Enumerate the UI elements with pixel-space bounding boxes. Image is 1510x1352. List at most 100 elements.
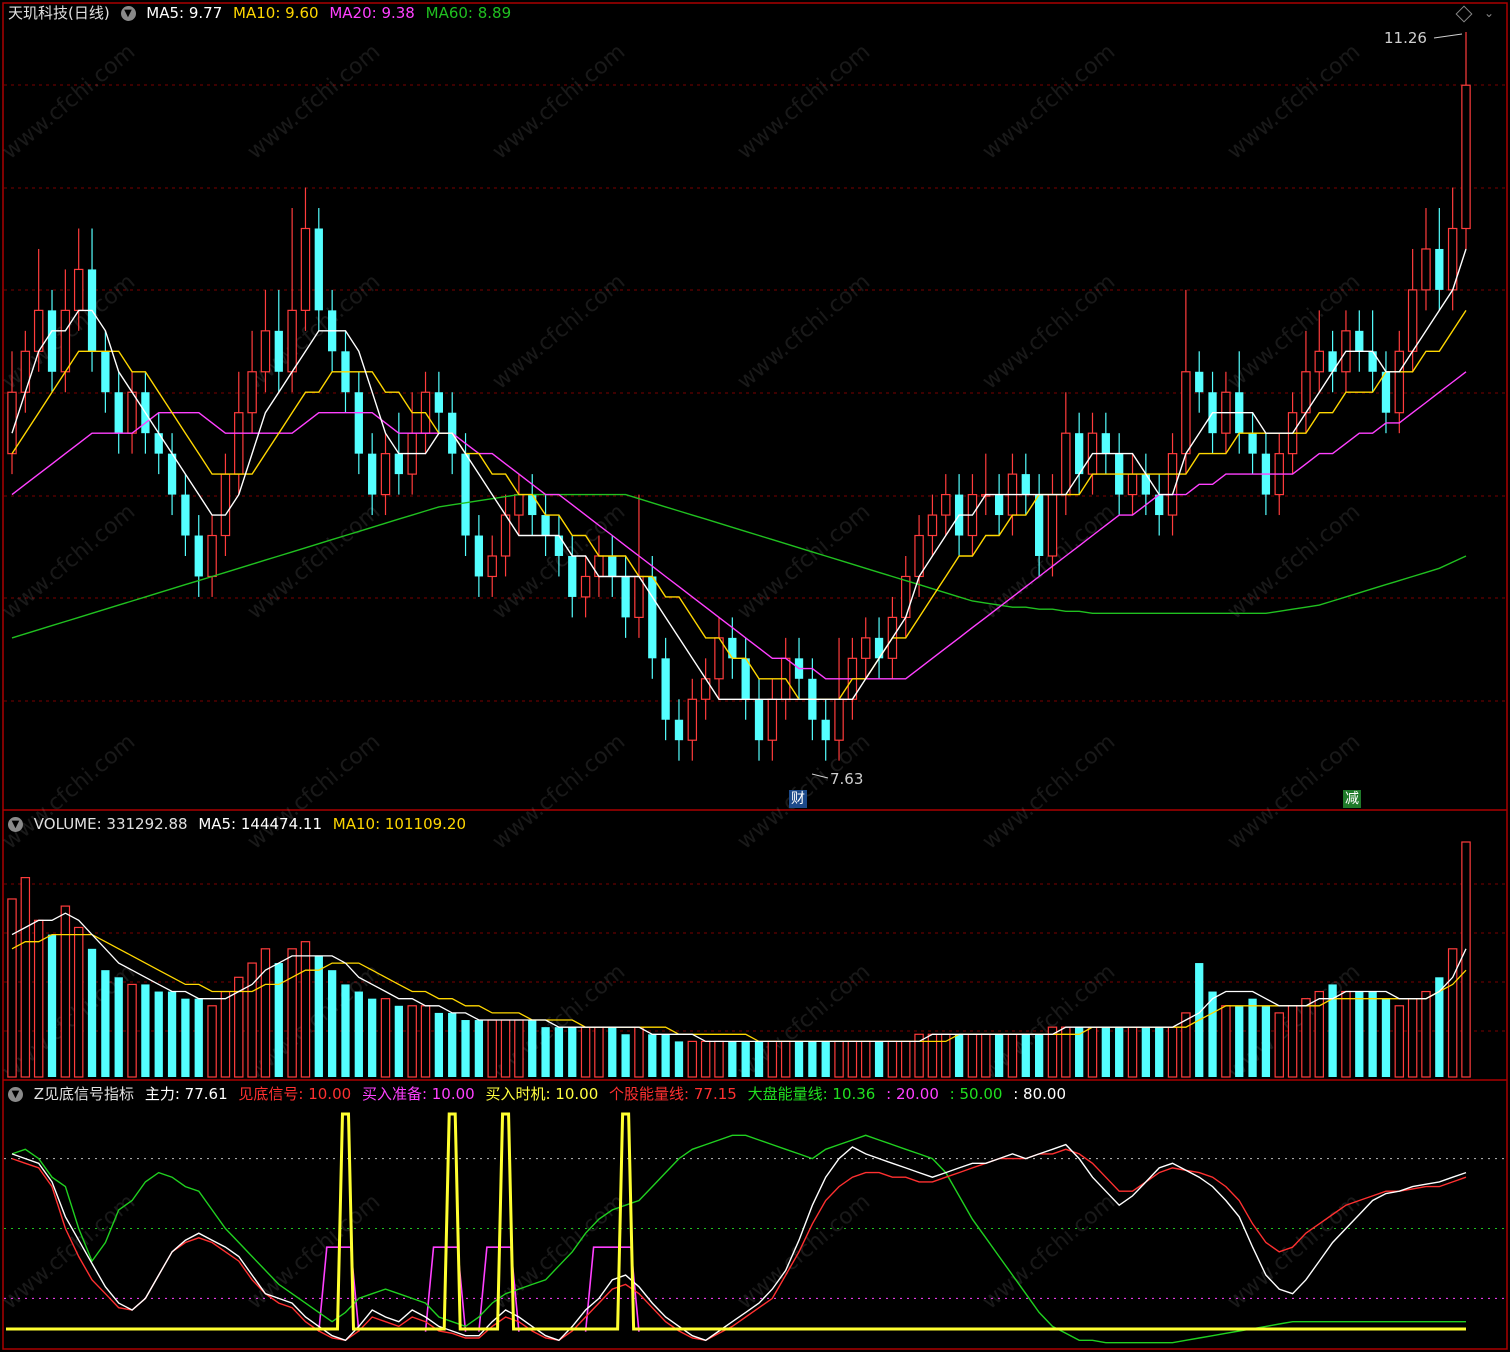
candle-body-up: [1301, 371, 1311, 414]
volume-bar-up: [73, 926, 84, 1078]
candle-body-up: [927, 514, 938, 537]
volume-bar-down: [874, 1041, 884, 1077]
volume-bar-down: [821, 1041, 830, 1077]
volume-bar-up: [860, 1040, 871, 1078]
watermark-text: www.cfchi.com: [0, 1189, 140, 1314]
candle-body-up: [287, 309, 297, 373]
volume-plot[interactable]: [7, 841, 1471, 1078]
candle-body-down: [874, 637, 884, 659]
candle-body-up: [300, 227, 311, 311]
price-ma5-label: MA5: 9.77: [146, 4, 223, 22]
volume-bar-down: [181, 998, 190, 1077]
candle-body-up: [247, 371, 257, 414]
candle-body-down: [194, 535, 203, 577]
volume-bar-up: [687, 1040, 698, 1078]
candle-body-down: [674, 719, 684, 741]
candle-body-down: [167, 453, 177, 495]
candle-body-down: [728, 637, 737, 659]
watermark-layer: www.cfchi.com www.cfchi.com www.cfchi.com w…: [0, 39, 1365, 1314]
candle-body-up: [1421, 248, 1431, 291]
volume-bar-down: [474, 1020, 484, 1077]
candle-body-down: [608, 555, 617, 577]
indicator-header: ▼ Z见底信号指标 主力: 77.61 见底信号: 10.00 买入准备: 10…: [8, 1084, 1072, 1104]
candle-body-up: [260, 330, 271, 373]
volume-bar-down: [648, 1034, 657, 1077]
volume-bar-up: [300, 941, 311, 1078]
volume-bar-down: [1355, 991, 1364, 1077]
candle-body-up: [580, 575, 591, 598]
watermark-text: www.cfchi.com: [488, 1189, 630, 1314]
chevron-down-icon[interactable]: ▼: [8, 817, 23, 832]
indicator-name: Z见底信号指标: [33, 1085, 135, 1103]
main-force-label: 主力: 77.61: [144, 1085, 228, 1103]
panel-borders: [2, 2, 1508, 1350]
high-price-marker: 11.26: [1384, 29, 1427, 47]
volume-bar-down: [314, 955, 323, 1077]
watermark-text: www.cfchi.com: [733, 269, 875, 394]
candle-body-down: [621, 576, 630, 618]
price-header: 天玑科技(日线) ▼ MA5: 9.77 MA10: 9.60 MA20: 9.…: [8, 3, 517, 23]
volume-bar-up: [887, 1040, 898, 1078]
candle-body-up: [1314, 350, 1325, 373]
volume-bar-up: [1301, 998, 1311, 1078]
watermark-text: www.cfchi.com: [243, 729, 385, 854]
level-80-label: : 80.00: [1013, 1085, 1066, 1103]
candle-body-up: [1127, 473, 1138, 496]
volume-bar-up: [287, 948, 297, 1078]
volume-bar-up: [1127, 1026, 1138, 1078]
volume-bar-down: [1141, 1027, 1150, 1077]
candle-body-up: [1394, 350, 1405, 414]
candle-body-up: [714, 637, 724, 680]
event-tag-jian[interactable]: 减: [1343, 790, 1361, 808]
buy-timing-label: 买入时机: 10.00: [485, 1085, 599, 1103]
volume-bar-down: [621, 1034, 630, 1077]
volume-bar-up: [700, 1040, 711, 1078]
candle-body-down: [114, 392, 123, 434]
candle-body-down: [1248, 433, 1257, 454]
volume-bar-up: [220, 990, 231, 1078]
chevron-down-icon[interactable]: ▼: [120, 6, 136, 21]
level-20-label: : 20.00: [886, 1085, 939, 1103]
candle-body-down: [1368, 351, 1377, 372]
volume-bar-up: [941, 1033, 951, 1078]
volume-bar-up: [7, 898, 17, 1078]
candle-body-up: [20, 350, 31, 393]
candle-body-down: [1355, 330, 1364, 352]
volume-bar-down: [1381, 998, 1391, 1077]
volume-bar-down: [741, 1041, 750, 1077]
candle-body-down: [821, 719, 830, 741]
volume-bar-up: [1394, 1005, 1405, 1078]
chevron-down-icon[interactable]: ⌄: [1484, 6, 1494, 20]
candle-body-down: [1328, 351, 1337, 372]
candle-body-down: [368, 453, 377, 495]
candle-body-up: [634, 575, 644, 618]
volume-bar-down: [1021, 1034, 1030, 1077]
volume-bar-up: [420, 1005, 431, 1078]
volume-bar-down: [461, 1020, 470, 1077]
candle-body-up: [487, 555, 497, 578]
stock-energy-line: [11, 1148, 1467, 1342]
volume-bar-up: [33, 919, 44, 1078]
chevron-down-icon[interactable]: ▼: [8, 1087, 23, 1102]
watermark-text: www.cfchi.com: [0, 729, 140, 854]
candle-body-down: [1381, 371, 1391, 413]
volume-bar-up: [767, 1040, 778, 1078]
volume-bar-down: [808, 1041, 817, 1077]
event-tag-cai[interactable]: 财: [789, 790, 807, 808]
volume-bar-up: [1447, 948, 1458, 1078]
candle-body-down: [474, 535, 484, 577]
volume-bar-down: [1261, 1005, 1271, 1077]
volume-bar-down: [154, 991, 163, 1077]
watermark-text: www.cfchi.com: [243, 39, 385, 164]
volume-bar-up: [901, 1040, 911, 1078]
candle-body-up: [1407, 289, 1418, 352]
candle-body-down: [554, 535, 564, 556]
volume-bar-up: [514, 1019, 524, 1078]
volume-bar-down: [274, 963, 283, 1077]
volume-bar-down: [1368, 991, 1377, 1077]
watermark-text: www.cfchi.com: [733, 39, 875, 164]
candle-body-up: [594, 555, 604, 578]
volume-bar-down: [141, 984, 150, 1077]
volume-bar-up: [780, 1040, 791, 1078]
volume-bar-down: [1115, 1027, 1124, 1077]
